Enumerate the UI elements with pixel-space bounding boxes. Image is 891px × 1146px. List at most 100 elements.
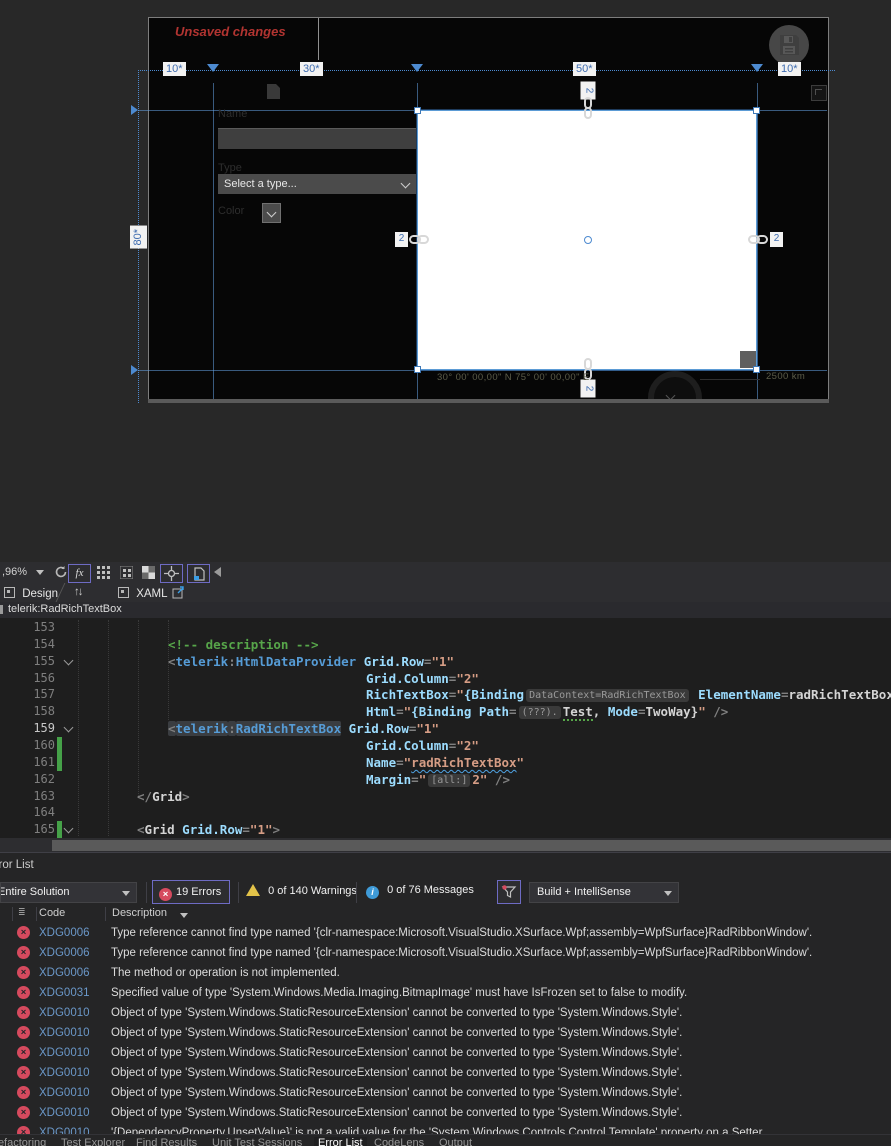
xaml-designer-artboard[interactable]: Unsaved changes 10* 30* 50* 10* 80* Name Ty… (0, 0, 891, 563)
code-text[interactable]: Margin=" [all:] 2" /> (366, 771, 510, 788)
code-text[interactable]: </Grid> (137, 788, 190, 805)
swap-panes-icon[interactable]: ↑↓ (74, 586, 83, 598)
error-row[interactable]: × XDG0006 Type reference cannot find typ… (0, 923, 891, 943)
selection-handle[interactable] (753, 366, 760, 373)
xaml-code-editor[interactable]: 153 154 <!-- description --> 155 <teleri… (0, 618, 891, 838)
code-line[interactable]: 165 <Grid Grid.Row="1"> (0, 821, 891, 838)
snap-grid-icon[interactable] (120, 566, 133, 579)
error-row[interactable]: × XDG0010 '{DependencyProperty.UnsetValu… (0, 1123, 891, 1134)
warnings-filter-button[interactable]: 0 of 140 Warnings (246, 884, 357, 897)
error-code[interactable]: XDG0010 (39, 1063, 90, 1083)
error-code[interactable]: XDG0010 (39, 1043, 90, 1063)
tab-xaml[interactable]: XAML (118, 586, 168, 600)
code-text[interactable]: <Grid Grid.Row="1"> (137, 821, 280, 838)
collapse-left-icon[interactable] (214, 567, 221, 577)
show-code-document-button[interactable] (187, 564, 210, 583)
filter-button[interactable] (497, 880, 521, 904)
margin-left-value[interactable]: 2 (395, 232, 408, 247)
refresh-icon[interactable] (54, 565, 68, 579)
error-code[interactable]: XDG0010 (39, 1083, 90, 1103)
color-dropdown-button[interactable] (262, 203, 281, 223)
selection-handle[interactable] (753, 107, 760, 114)
margin-top-chain-icon[interactable] (582, 97, 594, 119)
code-line[interactable]: 162 Margin=" [all:] 2" /> (0, 771, 891, 788)
messages-filter-button[interactable]: i 0 of 76 Messages (366, 884, 474, 899)
error-code[interactable]: XDG0010 (39, 1103, 90, 1123)
fold-arrow-icon[interactable] (63, 655, 74, 666)
type-combobox[interactable]: Select a type... (218, 174, 416, 194)
effects-toggle-button[interactable]: fx (68, 564, 91, 583)
error-code[interactable]: XDG0010 (39, 1123, 90, 1134)
name-textbox[interactable] (218, 128, 416, 149)
code-text[interactable]: Grid.Column="2" (366, 670, 479, 687)
row-splitter-icon[interactable] (131, 105, 138, 115)
grid-column-label[interactable]: 30* (300, 62, 323, 76)
code-text[interactable]: <!-- description --> (168, 636, 319, 653)
column-splitter-icon[interactable] (411, 64, 423, 72)
error-code[interactable]: XDG0006 (39, 923, 90, 943)
bottom-panel-tab[interactable]: Refactoring (0, 1137, 50, 1146)
code-line[interactable]: 159 <telerik:RadRichTextBox Grid.Row="1" (0, 720, 891, 737)
code-text[interactable]: Grid.Column="2" (366, 737, 479, 754)
transparency-grid-icon[interactable] (142, 566, 155, 579)
description-column-header[interactable]: Description (112, 907, 167, 919)
code-line[interactable]: 154 <!-- description --> (0, 636, 891, 653)
margin-right-value[interactable]: 2 (770, 232, 783, 247)
row-splitter-icon[interactable] (131, 365, 138, 375)
grid-column-label[interactable]: 50* (573, 62, 596, 76)
error-code[interactable]: XDG0006 (39, 943, 90, 963)
code-column-header[interactable]: Code (39, 907, 65, 919)
map-corner-icon[interactable] (811, 85, 827, 101)
grid-column-label[interactable]: 10* (778, 62, 801, 76)
popout-pane-icon[interactable] (172, 586, 185, 599)
errors-filter-button[interactable]: × 19 Errors (152, 880, 230, 904)
error-row[interactable]: × XDG0010 Object of type 'System.Windows… (0, 1063, 891, 1083)
grid-row-label[interactable]: 80* (130, 226, 147, 249)
editor-horizontal-scrollbar[interactable] (52, 840, 891, 851)
column-splitter-icon[interactable] (751, 64, 763, 72)
margin-left-chain-icon[interactable] (409, 233, 429, 246)
code-line[interactable]: 153 (0, 619, 891, 636)
code-line[interactable]: 161 Name="radRichTextBox" (0, 753, 891, 771)
error-row[interactable]: × XDG0006 Type reference cannot find typ… (0, 943, 891, 963)
code-text[interactable]: RichTextBox="{Binding DataContext=RadRich… (366, 686, 891, 703)
tab-design[interactable]: Design (4, 586, 58, 600)
bottom-panel-tab[interactable]: Test Explorer (57, 1137, 129, 1146)
code-line[interactable]: 158 Html="{Binding Path= (???). Test, Mode… (0, 703, 891, 722)
designer-zoom-value[interactable]: ,96% (2, 566, 27, 578)
selection-handle[interactable] (414, 107, 421, 114)
error-row[interactable]: × XDG0010 Object of type 'System.Windows… (0, 1103, 891, 1123)
scope-dropdown[interactable]: Entire Solution (0, 882, 137, 903)
severity-column-icon[interactable]: ≣ (18, 907, 26, 918)
code-line[interactable]: 157 RichTextBox="{Binding DataContext=Rad… (0, 686, 891, 703)
snaplines-toggle-button[interactable] (160, 564, 183, 583)
error-row[interactable]: × XDG0010 Object of type 'System.Windows… (0, 1003, 891, 1023)
bottom-panel-tab[interactable]: Find Results (132, 1137, 201, 1146)
anchor-point[interactable] (584, 236, 592, 244)
code-text[interactable]: <telerik:HtmlDataProvider Grid.Row="1" (168, 653, 454, 670)
error-code[interactable]: XDG0010 (39, 1023, 90, 1043)
bottom-panel-tab[interactable]: Unit Test Sessions (208, 1137, 306, 1146)
code-line[interactable]: 156 Grid.Column="2" (0, 670, 891, 687)
breadcrumb-element[interactable]: telerik:RadRichTextBox (8, 603, 122, 615)
code-text[interactable]: Name="radRichTextBox" (366, 754, 524, 771)
column-splitter-icon[interactable] (207, 64, 219, 72)
error-code[interactable]: XDG0031 (39, 983, 90, 1003)
grid-column-label[interactable]: 10* (163, 62, 186, 76)
bottom-panel-tab[interactable]: Error List (314, 1137, 367, 1146)
error-row[interactable]: × XDG0031 Specified value of type 'Syste… (0, 983, 891, 1003)
bottom-panel-tab[interactable]: Output (435, 1137, 476, 1146)
code-line[interactable]: 164 (0, 804, 891, 821)
margin-right-chain-icon[interactable] (748, 233, 768, 246)
bottom-panel-tab[interactable]: CodeLens (370, 1137, 428, 1146)
error-code[interactable]: XDG0010 (39, 1003, 90, 1023)
code-text[interactable]: <telerik:RadRichTextBox Grid.Row="1" (168, 720, 439, 737)
error-row[interactable]: × XDG0006 The method or operation is not… (0, 963, 891, 983)
source-dropdown[interactable]: Build + IntelliSense (529, 882, 679, 903)
code-line[interactable]: 155 <telerik:HtmlDataProvider Grid.Row="… (0, 653, 891, 670)
error-code[interactable]: XDG0006 (39, 963, 90, 983)
code-line[interactable]: 163 </Grid> (0, 788, 891, 805)
fold-arrow-icon[interactable] (63, 823, 74, 834)
error-row[interactable]: × XDG0010 Object of type 'System.Windows… (0, 1083, 891, 1103)
grid-icon[interactable] (97, 566, 110, 579)
